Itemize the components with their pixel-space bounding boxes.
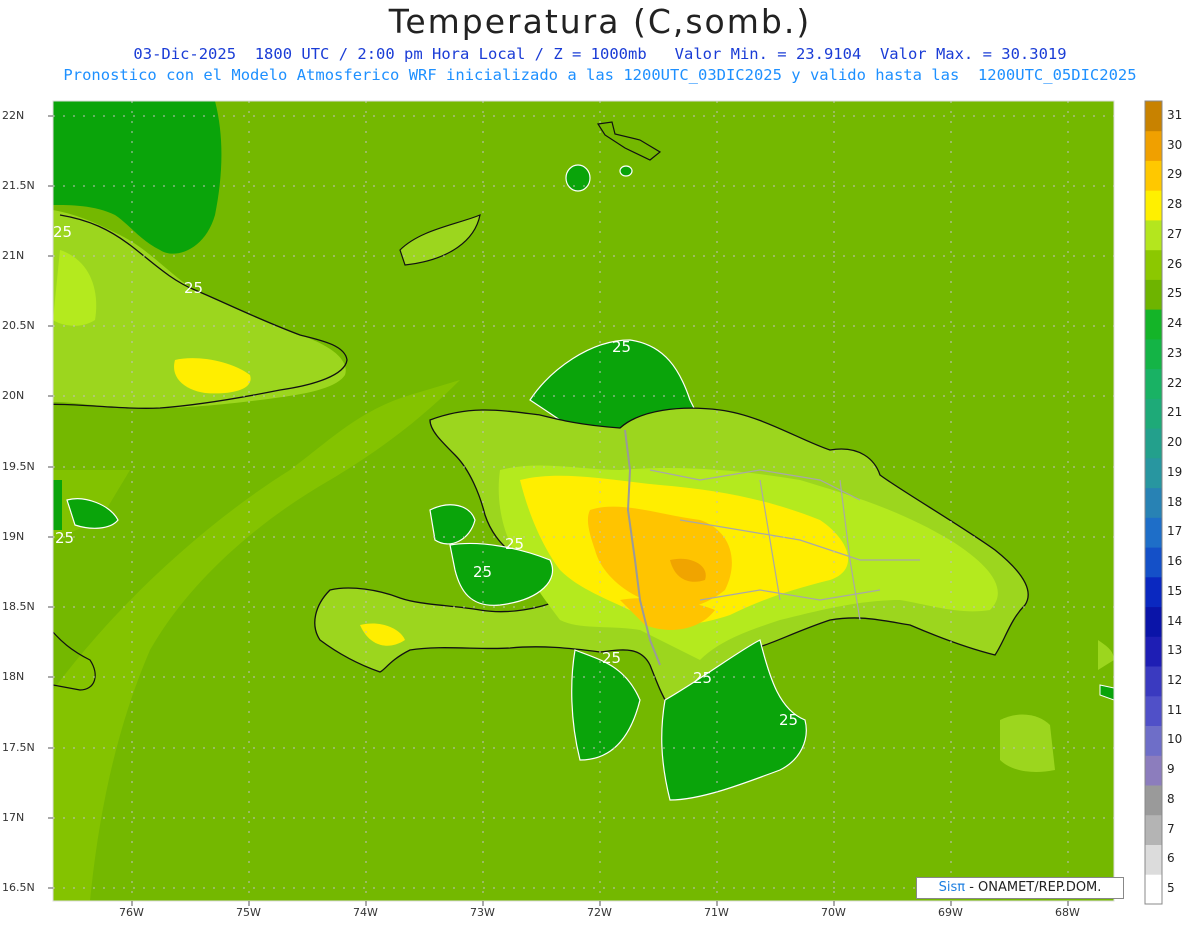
colorbar-swatch [1145,517,1162,548]
lat-label: 18.5N [2,600,35,613]
lat-label: 22N [2,109,25,122]
colorbar-swatch [1145,130,1162,161]
colorbar-label: 19 [1167,464,1183,479]
contour-label: 25 [779,711,798,729]
colorbar-label: 5 [1167,881,1175,896]
colorbar-label: 28 [1167,197,1183,212]
colorbar-swatch [1145,338,1162,370]
lat-label: 19.5N [2,460,35,473]
lat-label: 17.5N [2,741,35,754]
colorbar-swatch [1145,547,1162,578]
colorbar-label: 23 [1167,345,1183,360]
colorbar-swatch [1145,249,1162,280]
colorbar-label: 31 [1167,107,1183,122]
colorbar-label: 17 [1167,524,1183,539]
colorbar-swatch [1145,428,1162,459]
colorbar-label: 14 [1167,613,1183,628]
lat-label: 21N [2,249,25,262]
colorbar-swatch [1145,487,1162,518]
credit-text: - ONAMET/REP.DOM. [965,880,1102,895]
lon-label: 73W [470,906,495,919]
contour-label: 25 [473,563,492,581]
colorbar-swatch [1145,785,1162,816]
colorbar-swatch [1145,220,1162,251]
lat-label: 19N [2,530,25,543]
temperature-map: 25 25 25 25 25 25 25 25 25 [48,100,1163,906]
lon-label: 70W [821,906,846,919]
lon-label: 68W [1055,906,1080,919]
colorbar-label: 9 [1167,762,1175,777]
colorbar-swatch [1145,606,1162,637]
contour-label: 25 [53,223,72,241]
colorbar-swatch [1145,368,1162,399]
colorbar-swatch [1145,666,1162,697]
colorbar-swatch [1145,844,1162,875]
colorbar-label: 10 [1167,732,1183,747]
contour-label: 25 [602,649,621,667]
colorbar-label: 8 [1167,791,1175,806]
colorbar-swatch [1145,457,1162,489]
colorbar-label: 18 [1167,494,1183,509]
colorbar-label: 11 [1167,702,1183,717]
contour-label: 25 [693,669,712,687]
colorbar-swatch [1145,814,1162,845]
colorbar-swatch [1145,190,1162,221]
colorbar-label: 26 [1167,256,1183,271]
colorbar-swatch [1145,725,1162,756]
colorbar-swatch [1145,101,1162,132]
contour-label: 25 [612,338,631,356]
lon-label: 76W [119,906,144,919]
colorbar-label: 6 [1167,851,1175,866]
colorbar-label: 12 [1167,672,1183,687]
colorbar-label: 25 [1167,286,1183,301]
credit-box: Sisπ - ONAMET/REP.DOM. [916,877,1124,899]
colorbar-swatch [1145,695,1162,726]
lon-label: 72W [587,906,612,919]
lon-label: 69W [938,906,963,919]
lon-label: 74W [353,906,378,919]
colorbar-swatch [1145,279,1162,310]
colorbar-label: 7 [1167,821,1175,836]
lat-label: 17N [2,811,25,824]
contour-label: 25 [505,535,524,553]
colorbar-swatch [1145,576,1162,608]
warm-east-region [1000,714,1055,772]
lat-label: 16.5N [2,881,35,894]
colorbar-label: 30 [1167,137,1183,152]
colorbar-swatch [1145,309,1162,340]
colorbar-label: 16 [1167,554,1183,568]
colorbar-label: 24 [1167,316,1183,331]
lon-label: 71W [704,906,729,919]
lat-label: 21.5N [2,179,35,192]
colorbar-label: 29 [1167,167,1183,182]
colorbar [1144,100,1163,905]
colorbar-swatch [1145,755,1162,786]
colorbar-swatch [1145,398,1162,429]
colorbar-swatch [1145,160,1162,191]
lat-label: 20.5N [2,319,35,332]
credit-brand: Sisπ [938,880,966,895]
island-turks [565,164,591,192]
colorbar-label: 27 [1167,226,1183,241]
contour-label: 25 [55,529,74,547]
lon-label: 75W [236,906,261,919]
colorbar-swatch [1145,636,1162,667]
lat-label: 18N [2,670,25,683]
colorbar-label: 20 [1167,435,1183,449]
colorbar-label: 13 [1167,643,1183,658]
lat-label: 20N [2,389,25,402]
colorbar-label: 15 [1167,583,1183,598]
colorbar-swatch [1145,874,1162,905]
colorbar-label: 21 [1167,405,1183,420]
colorbar-label: 22 [1167,375,1183,390]
contour-label: 25 [184,279,203,297]
